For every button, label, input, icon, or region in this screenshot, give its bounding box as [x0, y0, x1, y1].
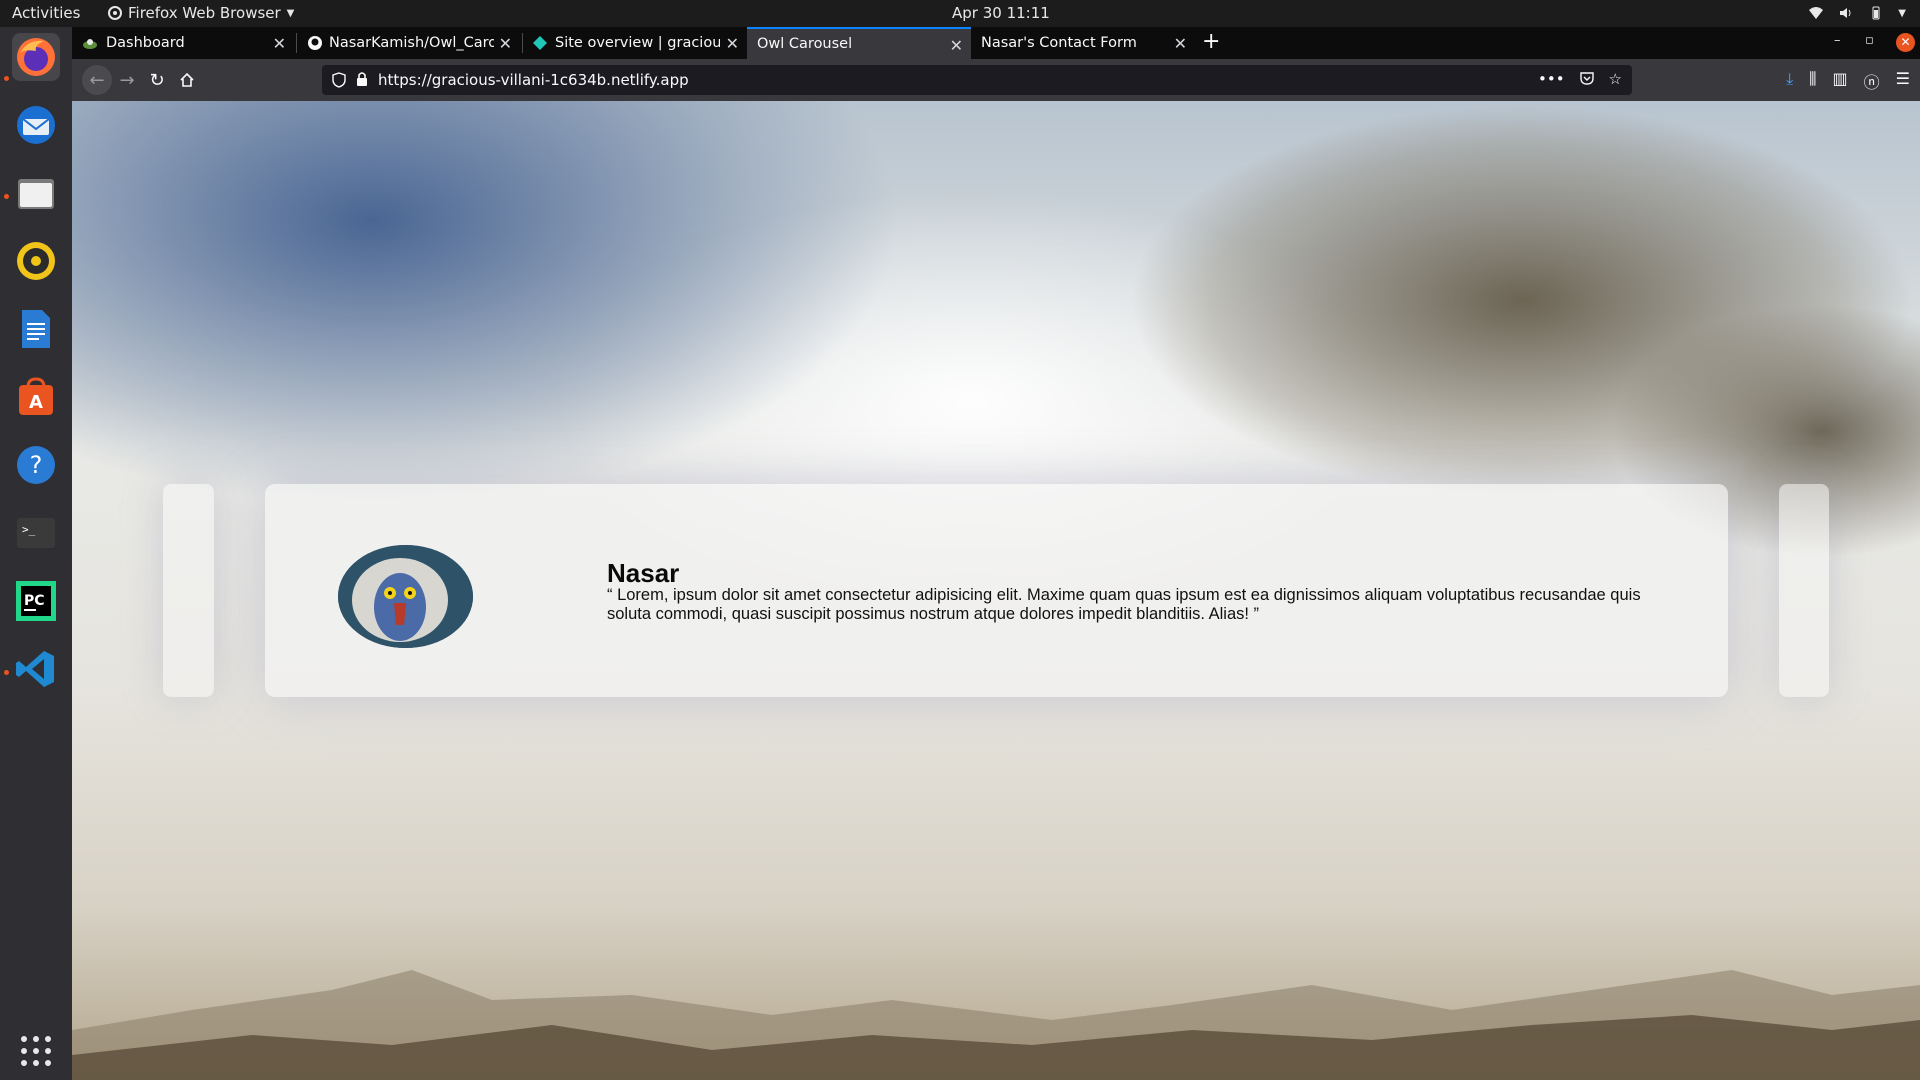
pycharm-icon: PC [16, 581, 56, 621]
close-icon[interactable]: ✕ [499, 34, 512, 53]
volume-icon [1840, 8, 1851, 18]
library-icon[interactable]: ⫼ [1809, 69, 1816, 93]
dock-help[interactable]: ? [12, 441, 60, 489]
close-icon[interactable]: ✕ [1174, 34, 1187, 53]
firefox-icon [17, 38, 55, 76]
ubuntu-dock: A ? >_ PC [0, 27, 72, 1080]
files-icon [18, 179, 54, 209]
app-menu[interactable]: Firefox Web Browser ▼ [108, 4, 294, 22]
app-menu-label: Firefox Web Browser [128, 4, 281, 22]
tab-github[interactable]: NasarKamish/Owl_Carou ✕ [297, 27, 520, 59]
url-text: https://gracious-villani-1c634b.netlify.… [378, 71, 689, 89]
dock-vscode[interactable] [12, 645, 60, 693]
dock-software[interactable]: A [12, 373, 60, 421]
tab-title: Owl Carousel [757, 36, 853, 52]
forward-button[interactable]: → [116, 69, 138, 91]
sidebar-icon[interactable]: ▥ [1833, 69, 1848, 93]
tab-bar: Dashboard ✕ NasarKamish/Owl_Carou ✕ Site… [72, 27, 1920, 59]
back-button[interactable]: ← [82, 65, 112, 95]
dock-terminal[interactable]: >_ [12, 509, 60, 557]
page-viewport: Nasar “ Lorem, ipsum dolor sit amet cons… [72, 101, 1920, 1080]
dock-thunderbird[interactable] [12, 101, 60, 149]
tab-owl-carousel[interactable]: Owl Carousel ✕ [747, 27, 971, 59]
testimonial-card: Nasar “ Lorem, ipsum dolor sit amet cons… [265, 484, 1728, 697]
avatar [338, 545, 473, 648]
tab-contact-form[interactable]: Nasar's Contact Form ✕ [971, 27, 1195, 59]
chevron-down-icon: ▼ [286, 7, 295, 19]
page-actions-icon[interactable]: ••• [1538, 70, 1565, 88]
tab-dashboard[interactable]: Dashboard ✕ [72, 27, 294, 59]
clock[interactable]: Apr 30 11:11 [952, 4, 1050, 22]
close-icon[interactable]: ✕ [273, 34, 286, 53]
navigation-bar: ← → ↻ https://gracious-villani-1c634b.ne… [72, 59, 1920, 101]
url-bar[interactable]: https://gracious-villani-1c634b.netlify.… [322, 65, 1632, 95]
download-icon[interactable]: ⤓ [1786, 69, 1793, 93]
app-grid-icon [21, 1036, 51, 1066]
software-icon: A [19, 377, 53, 415]
close-icon[interactable]: ✕ [726, 34, 739, 53]
svg-text:A: A [29, 392, 43, 413]
dashboard-favicon-icon [83, 39, 97, 49]
writer-icon [22, 310, 50, 348]
svg-text:>_: >_ [22, 523, 36, 536]
account-icon[interactable]: ⓝ [1864, 69, 1880, 93]
close-icon[interactable]: ✕ [950, 36, 963, 55]
testimonial-name: Nasar [607, 558, 680, 588]
dock-firefox[interactable] [12, 33, 60, 81]
tab-title: Site overview | gracious-v [555, 35, 720, 51]
minimize-button[interactable]: – [1834, 33, 1841, 48]
chevron-down-icon: ▼ [1898, 7, 1906, 19]
home-button[interactable] [176, 69, 198, 91]
dock-writer[interactable] [12, 305, 60, 353]
system-tray[interactable]: ▼ [1808, 5, 1906, 21]
mountains-background [72, 970, 1920, 1080]
running-indicator [4, 76, 9, 81]
home-icon [180, 72, 194, 87]
tab-title: Nasar's Contact Form [981, 35, 1137, 51]
wifi-icon [1809, 7, 1824, 19]
activities-button[interactable]: Activities [12, 4, 80, 22]
lock-icon[interactable] [356, 71, 368, 87]
reload-button[interactable]: ↻ [146, 69, 168, 91]
shield-icon[interactable] [332, 72, 346, 88]
testimonial-quote: “ Lorem, ipsum dolor sit amet consectetu… [607, 586, 1641, 623]
dock-rhythmbox[interactable] [12, 237, 60, 285]
help-icon: ? [17, 446, 55, 484]
carousel-next-card[interactable] [1779, 484, 1829, 697]
maximize-button[interactable]: ▫ [1865, 33, 1874, 48]
close-window-button[interactable]: ✕ [1896, 33, 1915, 52]
svg-text:?: ? [30, 451, 43, 479]
tab-title: NasarKamish/Owl_Carou [329, 35, 494, 51]
dock-pycharm[interactable]: PC [12, 577, 60, 625]
terminal-icon: >_ [17, 518, 55, 548]
rhythmbox-icon [17, 242, 55, 280]
thunderbird-icon [17, 106, 55, 144]
firefox-small-icon [108, 6, 122, 20]
tab-title: Dashboard [106, 35, 185, 51]
vscode-icon [16, 651, 54, 687]
bookmark-star-icon[interactable]: ☆ [1609, 70, 1622, 88]
pocket-icon[interactable] [1579, 70, 1595, 86]
dock-files[interactable] [12, 169, 60, 217]
running-indicator [4, 194, 9, 199]
battery-icon [1872, 6, 1880, 20]
tab-netlify[interactable]: Site overview | gracious-v ✕ [523, 27, 747, 59]
avatar-image [338, 545, 473, 648]
running-indicator [4, 670, 9, 675]
svg-text:PC: PC [24, 593, 45, 609]
new-tab-button[interactable]: + [1202, 29, 1220, 54]
menu-icon[interactable]: ☰ [1896, 69, 1910, 93]
github-icon [308, 36, 322, 50]
dock-show-applications[interactable] [12, 1027, 60, 1075]
gnome-top-bar: Activities Firefox Web Browser ▼ Apr 30 … [0, 0, 1920, 27]
carousel-prev-card[interactable] [163, 484, 214, 697]
netlify-icon [533, 36, 547, 50]
